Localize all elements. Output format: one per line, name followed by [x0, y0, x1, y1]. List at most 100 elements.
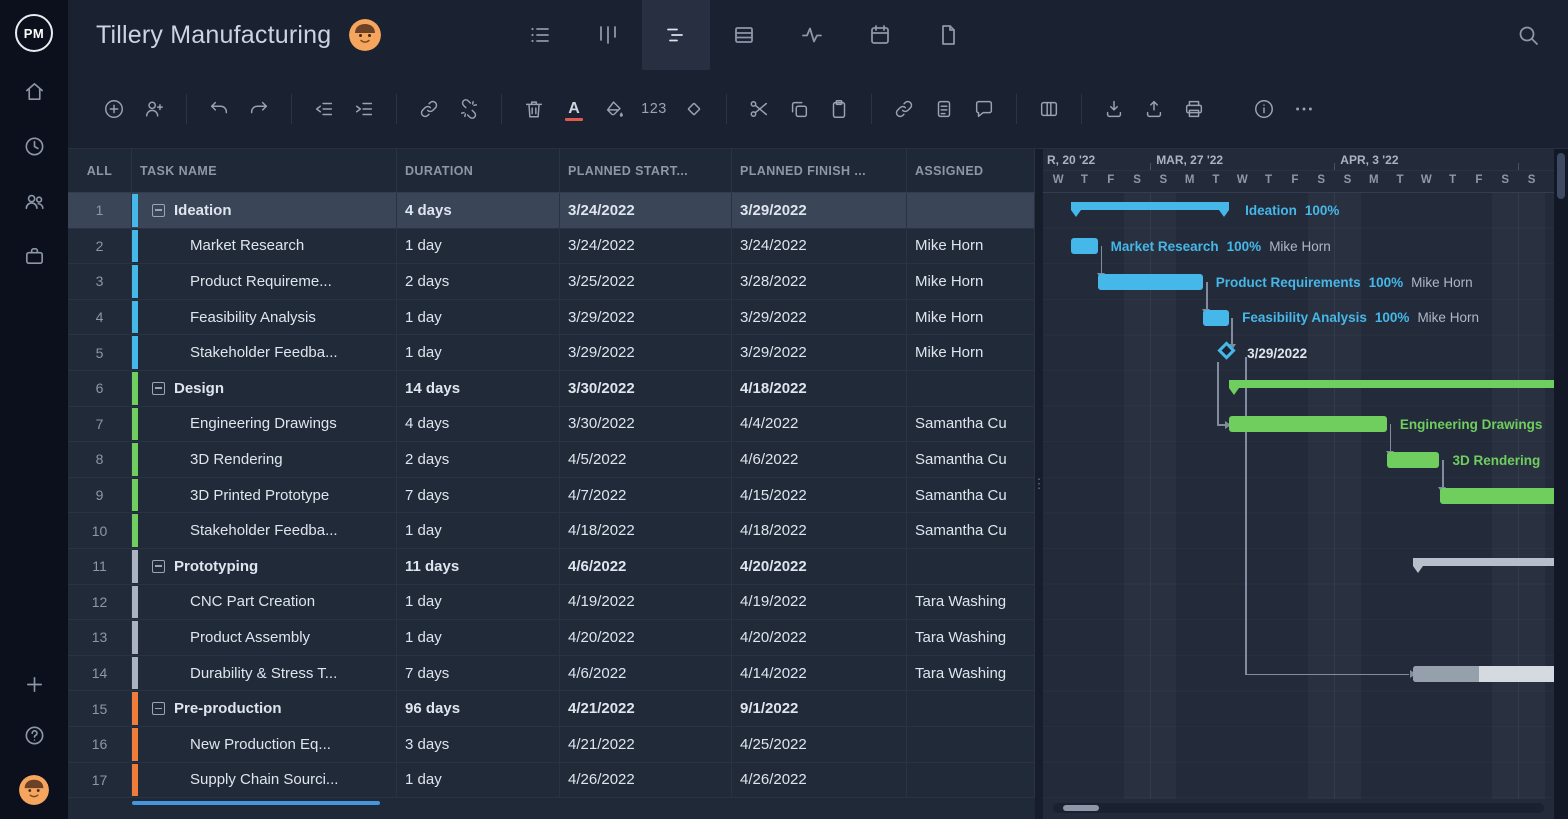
delete-button[interactable] [514, 89, 554, 129]
sidebar-user-avatar[interactable] [19, 775, 49, 805]
gantt-task-bar[interactable] [1071, 238, 1097, 254]
table-hscroll-thumb[interactable] [132, 801, 380, 805]
sidebar-help-button[interactable] [23, 724, 46, 747]
table-row[interactable]: 6Design14 days3/30/20224/18/2022 [68, 371, 1035, 407]
link-tasks-button[interactable] [409, 89, 449, 129]
column-header-duration[interactable]: DURATION [397, 149, 560, 192]
cell-row-number: 9 [68, 478, 132, 513]
copy-button[interactable] [779, 89, 819, 129]
gantt-hscroll-track[interactable] [1053, 803, 1544, 813]
cell-assigned: Mike Horn [907, 300, 1035, 335]
column-header-planned-start[interactable]: PLANNED START... [560, 149, 732, 192]
column-header-planned-finish[interactable]: PLANNED FINISH ... [732, 149, 907, 192]
sidebar-item-recent[interactable] [23, 135, 46, 158]
pane-splitter[interactable]: ⋮ [1035, 149, 1043, 819]
cell-duration: 1 day [397, 585, 560, 620]
more-button[interactable] [1284, 89, 1324, 129]
search-button[interactable] [1512, 19, 1544, 51]
import-button[interactable] [1094, 89, 1134, 129]
font-color-button[interactable]: A [554, 89, 594, 129]
view-gantt-button[interactable] [642, 0, 710, 70]
table-row[interactable]: 13Product Assembly1 day4/20/20224/20/202… [68, 620, 1035, 656]
project-owner-avatar[interactable] [349, 19, 381, 51]
gantt-task-bar[interactable] [1203, 310, 1229, 326]
milestone-button[interactable] [674, 89, 714, 129]
view-calendar-button[interactable] [846, 0, 914, 70]
table-row[interactable]: 12CNC Part Creation1 day4/19/20224/19/20… [68, 585, 1035, 621]
info-button[interactable] [1244, 89, 1284, 129]
gantt-summary-bar[interactable] [1229, 380, 1554, 388]
view-docs-button[interactable] [914, 0, 982, 70]
cell-row-number: 5 [68, 335, 132, 370]
gantt-task-bar[interactable] [1413, 666, 1554, 682]
notes-button[interactable] [924, 89, 964, 129]
outdent-button[interactable] [304, 89, 344, 129]
export-button[interactable] [1134, 89, 1174, 129]
print-button[interactable] [1174, 89, 1214, 129]
gantt-summary-bar[interactable] [1413, 558, 1554, 566]
sidebar-add-button[interactable] [23, 673, 46, 696]
gantt-label-percent: 100% [1305, 203, 1340, 218]
gantt-summary-bar[interactable] [1071, 202, 1229, 210]
cut-button[interactable] [739, 89, 779, 129]
sidebar-item-team[interactable] [23, 190, 46, 213]
summary-end-cap [1229, 388, 1239, 395]
collapse-toggle-icon[interactable] [152, 382, 165, 395]
column-header-task-name[interactable]: TASK NAME [132, 149, 397, 192]
table-rows: 1Ideation4 days3/24/20223/29/20222Market… [68, 193, 1035, 798]
cell-row-number: 6 [68, 371, 132, 406]
table-row[interactable]: 83D Rendering2 days4/5/20224/6/2022Saman… [68, 442, 1035, 478]
sidebar-item-home[interactable] [23, 80, 46, 103]
fill-color-button[interactable] [594, 89, 634, 129]
table-row[interactable]: 10Stakeholder Feedba...1 day4/18/20224/1… [68, 513, 1035, 549]
table-row[interactable]: 15Pre-production96 days4/21/20229/1/2022 [68, 691, 1035, 727]
view-list-button[interactable] [506, 0, 574, 70]
gantt-task-bar[interactable] [1229, 416, 1387, 432]
view-board-button[interactable] [574, 0, 642, 70]
unlink-tasks-button[interactable] [449, 89, 489, 129]
collapse-toggle-icon[interactable] [152, 702, 165, 715]
columns-button[interactable] [1029, 89, 1069, 129]
gantt-hscroll-thumb[interactable] [1063, 805, 1099, 811]
dependency-line [1245, 674, 1409, 676]
table-row[interactable]: 2Market Research1 day3/24/20223/24/2022M… [68, 229, 1035, 265]
redo-button[interactable] [239, 89, 279, 129]
table-row[interactable]: 4Feasibility Analysis1 day3/29/20223/29/… [68, 300, 1035, 336]
view-sheet-button[interactable] [710, 0, 778, 70]
view-activity-button[interactable] [778, 0, 846, 70]
numbers-button[interactable]: 123 [634, 89, 674, 129]
table-row[interactable]: 1Ideation4 days3/24/20223/29/2022 [68, 193, 1035, 229]
table-row[interactable]: 5Stakeholder Feedba...1 day3/29/20223/29… [68, 335, 1035, 371]
paste-button[interactable] [819, 89, 859, 129]
table-row[interactable]: 93D Printed Prototype7 days4/7/20224/15/… [68, 478, 1035, 514]
gantt-label-percent: 100% [1375, 310, 1410, 325]
column-header-assigned[interactable]: ASSIGNED [907, 149, 1035, 192]
column-header-all[interactable]: ALL [68, 149, 132, 192]
cell-task-name: Product Requireme... [132, 264, 397, 299]
attach-link-button[interactable] [884, 89, 924, 129]
sidebar-item-portfolio[interactable] [23, 245, 46, 268]
cell-assigned: Mike Horn [907, 229, 1035, 264]
cell-planned-finish: 4/4/2022 [732, 407, 907, 442]
table-row[interactable]: 17Supply Chain Sourci...1 day4/26/20224/… [68, 763, 1035, 799]
cell-task-name: Prototyping [132, 549, 397, 584]
add-assignee-button[interactable] [134, 89, 174, 129]
table-row[interactable]: 11Prototyping11 days4/6/20224/20/2022 [68, 549, 1035, 585]
collapse-toggle-icon[interactable] [152, 204, 165, 217]
table-row[interactable]: 7Engineering Drawings4 days3/30/20224/4/… [68, 407, 1035, 443]
table-row[interactable]: 16New Production Eq...3 days4/21/20224/2… [68, 727, 1035, 763]
collapse-toggle-icon[interactable] [152, 560, 165, 573]
app-logo[interactable]: PM [15, 14, 53, 52]
table-row[interactable]: 3Product Requireme...2 days3/25/20223/28… [68, 264, 1035, 300]
vertical-scrollbar-thumb[interactable] [1557, 153, 1565, 199]
table-row[interactable]: 14Durability & Stress T...7 days4/6/2022… [68, 656, 1035, 692]
vertical-scrollbar-track[interactable] [1554, 149, 1568, 819]
gantt-task-bar[interactable] [1440, 488, 1555, 504]
add-task-button[interactable] [94, 89, 134, 129]
gantt-task-bar[interactable] [1098, 274, 1203, 290]
view-switcher [506, 0, 982, 70]
undo-button[interactable] [199, 89, 239, 129]
gantt-task-bar[interactable] [1387, 452, 1440, 468]
indent-button[interactable] [344, 89, 384, 129]
comment-button[interactable] [964, 89, 1004, 129]
